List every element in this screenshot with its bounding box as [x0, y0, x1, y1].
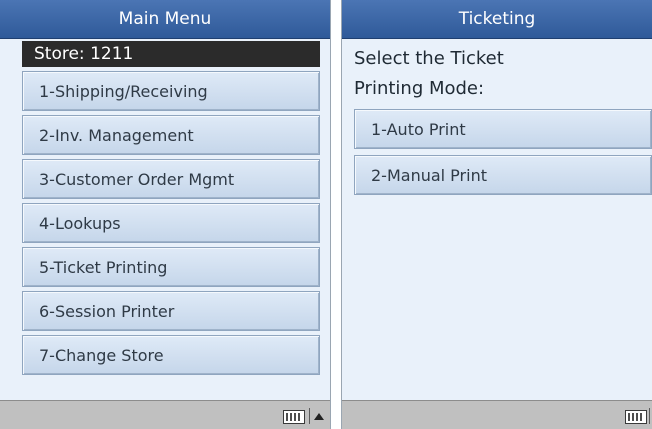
- menu-customer-order-button[interactable]: 3-Customer Order Mgmt: [22, 159, 320, 199]
- main-menu-screen: Main Menu Store: 1211 1-Shipping/Receivi…: [0, 0, 331, 429]
- menu-lookups-button[interactable]: 4-Lookups: [22, 203, 320, 243]
- footer-divider: [309, 408, 310, 424]
- manual-print-button[interactable]: 2-Manual Print: [354, 155, 652, 195]
- auto-print-button[interactable]: 1-Auto Print: [354, 109, 652, 149]
- keyboard-icon[interactable]: [625, 410, 647, 424]
- keyboard-icon[interactable]: [283, 410, 305, 424]
- menu-session-printer-button[interactable]: 6-Session Printer: [22, 291, 320, 331]
- ticketing-screen: Ticketing Select the Ticket Printing Mod…: [341, 0, 652, 429]
- menu-shipping-receiving-button[interactable]: 1-Shipping/Receiving: [22, 71, 320, 111]
- store-indicator: Store: 1211: [22, 41, 320, 67]
- up-arrow-icon[interactable]: [314, 413, 324, 420]
- main-menu-title: Main Menu: [0, 0, 330, 39]
- footer-bar: [342, 400, 652, 429]
- menu-inv-management-button[interactable]: 2-Inv. Management: [22, 115, 320, 155]
- menu-ticket-printing-button[interactable]: 5-Ticket Printing: [22, 247, 320, 287]
- footer-divider: [649, 408, 650, 424]
- menu-change-store-button[interactable]: 7-Change Store: [22, 335, 320, 375]
- prompt-line-2: Printing Mode:: [354, 78, 485, 99]
- prompt-line-1: Select the Ticket: [354, 48, 504, 69]
- ticketing-title: Ticketing: [342, 0, 652, 39]
- footer-bar: [0, 400, 330, 429]
